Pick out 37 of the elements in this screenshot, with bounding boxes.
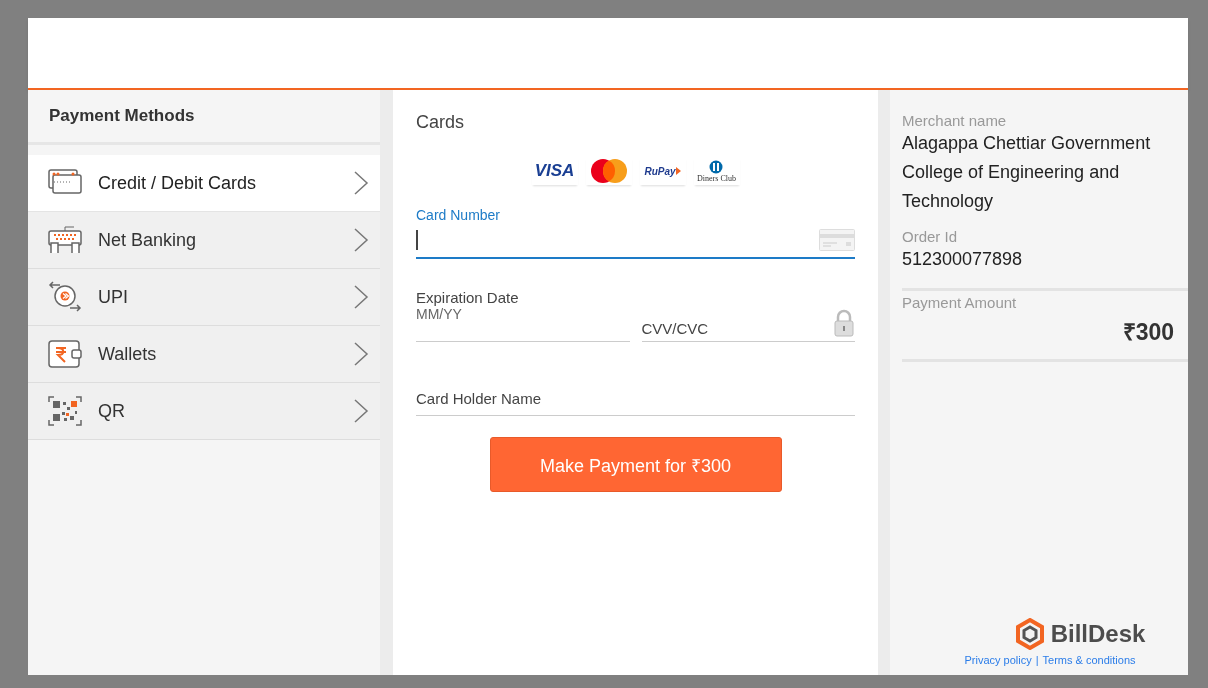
diners-club-logo: Diners Club bbox=[693, 157, 740, 185]
section-title: Cards bbox=[416, 112, 465, 133]
chevron-right-icon bbox=[352, 170, 370, 196]
lock-icon bbox=[833, 309, 855, 337]
amount-label: Payment Amount bbox=[902, 294, 1018, 311]
order-id-label: Order Id bbox=[902, 228, 959, 245]
payment-method-item[interactable]: QR bbox=[28, 383, 380, 440]
chevron-right-icon bbox=[352, 398, 370, 424]
merchant-label: Merchant name bbox=[902, 112, 1008, 129]
link-separator: | bbox=[1035, 654, 1039, 666]
rupay-logo: RuPay bbox=[639, 157, 686, 185]
visa-logo: VISA bbox=[531, 157, 578, 185]
card-icon bbox=[819, 229, 855, 251]
payment-method-item[interactable]: Wallets bbox=[28, 326, 380, 383]
field-label: Card Number bbox=[416, 207, 502, 223]
field-placeholder: MM/YY bbox=[416, 306, 463, 322]
expiry-field[interactable]: Expiration Date MM/YY bbox=[416, 289, 630, 342]
sidebar-title: Payment Methods bbox=[28, 90, 380, 145]
brand-name: BillDesk bbox=[1050, 620, 1146, 648]
merchant-name: Alagappa Chettiar Government College of Engineering and Technology bbox=[902, 132, 1152, 213]
privacy-policy-link[interactable]: Privacy policy bbox=[964, 654, 1032, 666]
chevron-right-icon bbox=[352, 284, 370, 310]
card-holder-field[interactable]: Card Holder Name bbox=[416, 390, 855, 416]
chevron-right-icon bbox=[352, 341, 370, 367]
payment-method-item[interactable]: Net Banking bbox=[28, 212, 380, 269]
field-label: Expiration Date bbox=[416, 289, 520, 306]
hexagon-logo-icon bbox=[1014, 618, 1045, 650]
order-id: 512300077898 bbox=[902, 248, 1024, 271]
chevron-right-icon bbox=[352, 227, 370, 253]
payment-method-item[interactable]: UPI bbox=[28, 269, 380, 326]
cvv-field[interactable]: CVV/CVC bbox=[641, 289, 855, 342]
payment-method-item[interactable]: Credit / Debit Cards bbox=[28, 155, 380, 212]
wallet-icon bbox=[45, 337, 85, 371]
terms-link[interactable]: Terms & conditions bbox=[1042, 654, 1136, 666]
field-placeholder: CVV/CVC bbox=[641, 320, 709, 337]
payment-amount: ₹300 bbox=[1121, 318, 1174, 347]
qr-code-icon bbox=[45, 394, 85, 428]
